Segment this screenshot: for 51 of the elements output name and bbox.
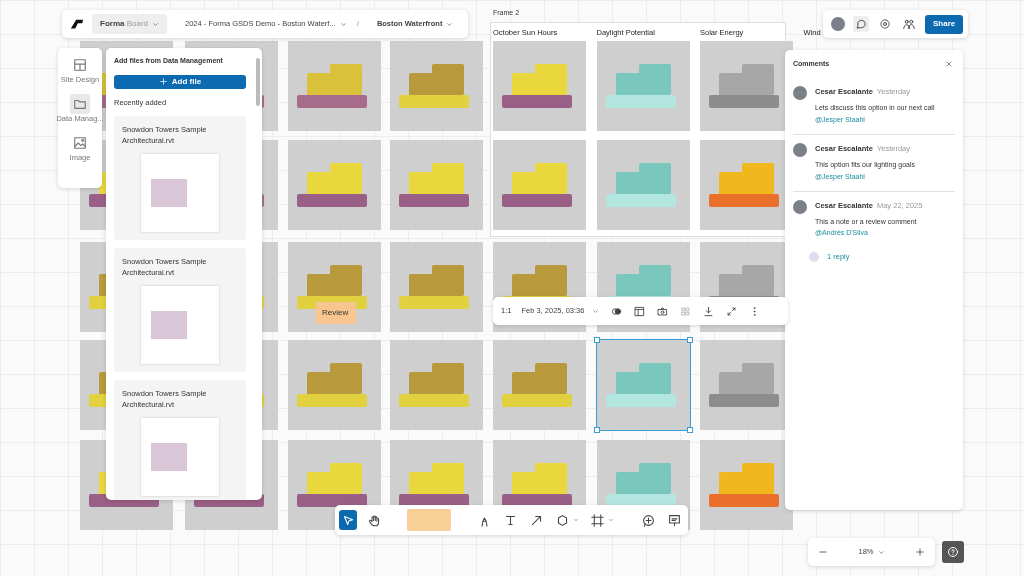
expand-icon [726, 305, 738, 317]
grid-icon [680, 305, 692, 317]
gear-icon [879, 18, 891, 30]
layout-icon [634, 305, 646, 317]
presentation-icon [668, 513, 682, 527]
plus-icon [915, 547, 925, 557]
app-switcher[interactable]: Forma Board [92, 14, 168, 34]
pointer-icon [341, 513, 355, 527]
user-avatar [793, 86, 807, 100]
text-icon [504, 513, 517, 527]
comments-button[interactable] [853, 16, 869, 32]
sticky-note-icon [407, 509, 452, 531]
camera-icon [657, 305, 669, 317]
sticky-note: Review [316, 302, 356, 324]
hand-icon [367, 513, 381, 527]
chevron-down-icon [339, 20, 347, 28]
hexagon-icon [555, 513, 569, 527]
speech-bubble-icon [855, 18, 867, 30]
close-icon [945, 60, 953, 68]
breadcrumb-separator: / [356, 18, 359, 30]
frame-icon [590, 513, 604, 527]
user-avatar [793, 199, 807, 214]
plus-icon [158, 77, 168, 86]
chevron-down-icon [607, 517, 614, 523]
help-icon [947, 546, 959, 558]
settings-button[interactable] [877, 16, 893, 32]
user-avatar[interactable] [831, 17, 845, 31]
folder-icon [70, 94, 90, 114]
scrollbar-thumb[interactable] [256, 58, 260, 106]
user-avatar [809, 251, 819, 262]
chevron-down-icon [446, 20, 454, 28]
chevron-down-icon [572, 517, 579, 523]
chevron-down-icon [152, 20, 160, 28]
chevron-down-icon [592, 307, 600, 315]
chevron-down-icon [877, 548, 885, 556]
resize-handle[interactable] [687, 337, 693, 343]
compare-icon [611, 305, 623, 317]
app-name: Forma Board [100, 18, 149, 30]
logo-icon [70, 17, 84, 31]
resize-handle[interactable] [594, 427, 600, 433]
share-button[interactable]: Share [925, 14, 964, 34]
resize-handle[interactable] [687, 427, 693, 433]
add-file-button[interactable]: Add file [114, 74, 246, 89]
people-icon [903, 18, 915, 30]
help-button[interactable] [942, 541, 964, 563]
user-avatar [793, 142, 807, 157]
select-tool[interactable] [339, 510, 358, 530]
download-icon [703, 305, 715, 317]
resize-handle[interactable] [594, 337, 600, 343]
add-comment-icon [642, 513, 656, 527]
arrow-icon [530, 513, 544, 527]
